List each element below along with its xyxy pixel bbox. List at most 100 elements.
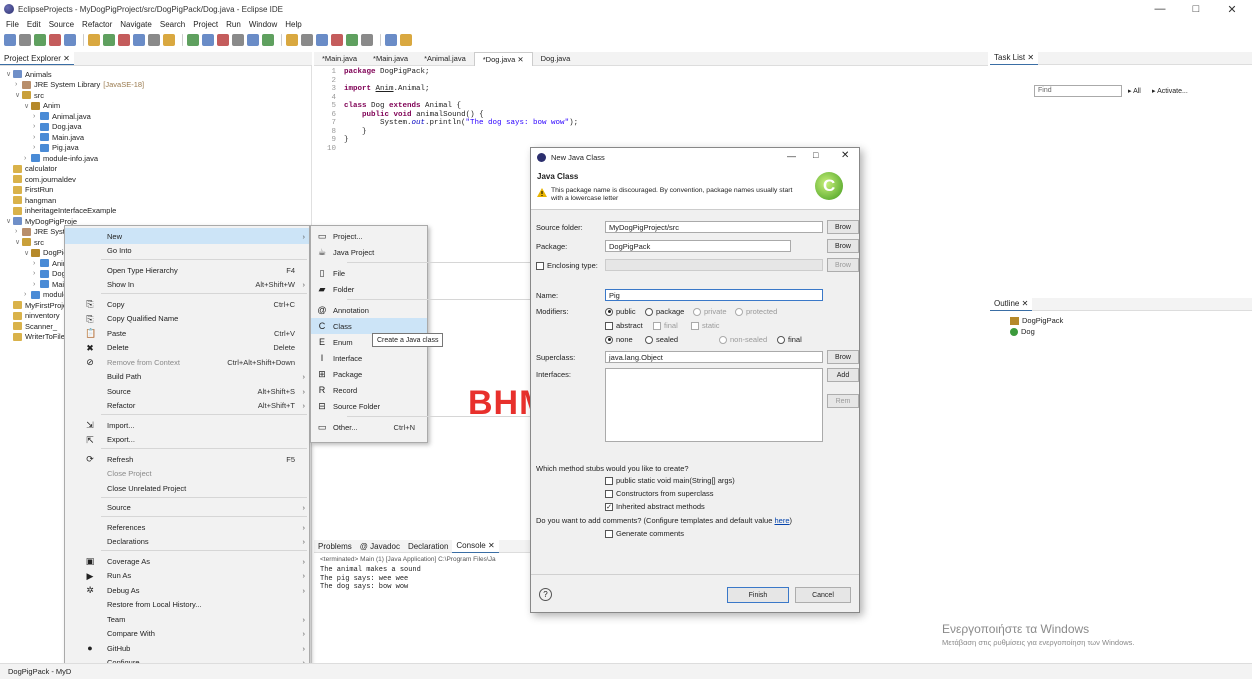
toolbar-tool-icon[interactable] <box>4 34 16 46</box>
menu-item-annotation[interactable]: @ Annotation <box>311 302 427 318</box>
menu-project[interactable]: Project <box>193 20 218 29</box>
menu-search[interactable]: Search <box>160 20 185 29</box>
menu-item-package[interactable]: ⊞ Package <box>311 366 427 382</box>
task-all-link[interactable]: ▸ All <box>1128 87 1141 95</box>
tree-item[interactable]: calculator <box>6 164 57 174</box>
tree-expand-icon[interactable]: › <box>33 144 40 151</box>
menu-item-refactor[interactable]: Refactor Alt+Shift+T › <box>65 398 309 414</box>
tree-expand-icon[interactable]: ∨ <box>15 91 22 99</box>
editor-tab[interactable]: *Animal.java <box>416 52 474 66</box>
menu-item-other[interactable]: ▭ Other... Ctrl+N <box>311 419 427 435</box>
package-browse-button[interactable]: Brow <box>827 239 859 253</box>
tree-expand-icon[interactable]: › <box>33 113 40 120</box>
toolbar-tool-icon[interactable] <box>103 34 115 46</box>
tree-expand-icon[interactable]: ∨ <box>6 70 13 78</box>
tree-item[interactable]: hangman <box>6 195 56 205</box>
toolbar-tool-icon[interactable] <box>133 34 145 46</box>
tree-item[interactable]: MyFirstProject <box>6 300 73 310</box>
tree-item[interactable]: Scanner_ <box>6 321 57 331</box>
tree-expand-icon[interactable]: › <box>24 155 31 162</box>
menu-item-java-project[interactable]: ☕ Java Project <box>311 244 427 260</box>
generate-comments-checkbox[interactable]: Generate comments <box>605 529 684 538</box>
modifier-sealed-radio[interactable]: sealed <box>645 335 678 344</box>
toolbar-tool-icon[interactable] <box>163 34 175 46</box>
toolbar-tool-icon[interactable] <box>34 34 46 46</box>
modifier-none-radio[interactable]: none <box>605 335 633 344</box>
minimize-button[interactable]: — <box>1142 0 1178 18</box>
editor-tab[interactable]: *Main.java <box>314 52 365 66</box>
tree-item[interactable]: › Pig.java <box>33 143 79 153</box>
menu-item-record[interactable]: R Record <box>311 382 427 398</box>
tree-item[interactable]: FirstRun <box>6 185 53 195</box>
tree-item[interactable]: ∨ Anim <box>24 101 60 111</box>
tree-item[interactable]: › Main.java <box>33 132 84 142</box>
modifier-public-radio[interactable]: public <box>605 307 636 316</box>
menu-item-close-unrelated-project[interactable]: Close Unrelated Project <box>65 480 309 496</box>
dialog-maximize-button[interactable]: □ <box>813 150 818 160</box>
tree-item[interactable]: ∨ src <box>15 90 44 100</box>
editor-tab[interactable]: Dog.java <box>533 52 579 66</box>
tree-expand-icon[interactable]: › <box>33 134 40 141</box>
superclass-input[interactable]: java.lang.Object <box>605 351 823 363</box>
configure-templates-link[interactable]: here <box>774 516 789 525</box>
task-activate-link[interactable]: ▸ Activate... <box>1152 87 1188 95</box>
tree-expand-icon[interactable]: › <box>33 270 40 277</box>
tree-expand-icon[interactable]: › <box>33 281 40 288</box>
toolbar-tool-icon[interactable] <box>148 34 160 46</box>
outline-item-class[interactable]: Dog <box>1010 327 1035 336</box>
code-area[interactable]: 1 package DogPigPack; 2 3 import Anim.Animal… <box>314 68 988 158</box>
menu-item-project[interactable]: ▭ Project... <box>311 228 427 244</box>
toolbar-tool-icon[interactable] <box>187 34 199 46</box>
close-button[interactable]: ✕ <box>1214 0 1250 18</box>
menu-item-file[interactable]: ▯ File <box>311 265 427 281</box>
tree-expand-icon[interactable]: › <box>15 81 22 88</box>
tree-item[interactable]: › JRE System Library [JavaSE-18] <box>15 80 144 90</box>
toolbar-tool-icon[interactable] <box>286 34 298 46</box>
editor-tab[interactable]: *Dog.java ✕ <box>473 51 533 66</box>
editor-tab[interactable]: *Main.java <box>365 52 416 66</box>
toolbar-tool-icon[interactable] <box>49 34 61 46</box>
tree-expand-icon[interactable]: ∨ <box>24 102 31 110</box>
stub-inherited-checkbox[interactable]: ✓ Inherited abstract methods <box>605 502 705 511</box>
interfaces-add-button[interactable]: Add <box>827 368 859 382</box>
menu-item-source[interactable]: Source › <box>65 500 309 516</box>
package-input[interactable]: DogPigPack <box>605 240 791 252</box>
dialog-minimize-button[interactable]: — <box>787 151 796 161</box>
tree-item[interactable]: ∨ Animals <box>6 69 52 79</box>
toolbar-tool-icon[interactable] <box>217 34 229 46</box>
menu-item-go-into[interactable]: Go Into <box>65 243 309 259</box>
source-folder-input[interactable]: MyDogPigProject/src <box>605 221 823 233</box>
menu-item-show-in[interactable]: Show In Alt+Shift+W › <box>65 277 309 293</box>
toolbar-tool-icon[interactable] <box>64 34 76 46</box>
finish-button[interactable]: Finish <box>727 587 789 603</box>
tree-item[interactable]: ∨ src <box>15 237 44 247</box>
menu-edit[interactable]: Edit <box>27 20 41 29</box>
toolbar-tool-icon[interactable] <box>247 34 259 46</box>
toolbar-tool-icon[interactable] <box>232 34 244 46</box>
tree-item[interactable]: › Animal.java <box>33 111 91 121</box>
tree-expand-icon[interactable]: ∨ <box>24 249 31 257</box>
menu-run[interactable]: Run <box>226 20 241 29</box>
tab-task-list[interactable]: Task List ✕ <box>990 51 1039 65</box>
modifier-abstract-checkbox[interactable]: abstract <box>605 321 643 330</box>
menu-window[interactable]: Window <box>249 20 277 29</box>
tab-outline[interactable]: Outline ✕ <box>990 297 1033 311</box>
source-folder-browse-button[interactable]: Brow <box>827 220 859 234</box>
tree-expand-icon[interactable]: › <box>33 260 40 267</box>
toolbar-tool-icon[interactable] <box>316 34 328 46</box>
help-icon[interactable]: ? <box>539 588 552 601</box>
stub-constructors-checkbox[interactable]: Constructors from superclass <box>605 489 714 498</box>
tree-item[interactable]: › Dog.java <box>33 122 82 132</box>
cancel-button[interactable]: Cancel <box>795 587 851 603</box>
tree-expand-icon[interactable]: › <box>24 291 31 298</box>
menu-item-class[interactable]: C Class <box>311 318 427 334</box>
menu-help[interactable]: Help <box>285 20 301 29</box>
modifier-package-radio[interactable]: package <box>645 307 684 316</box>
toolbar-tool-icon[interactable] <box>346 34 358 46</box>
menu-source[interactable]: Source <box>49 20 74 29</box>
console-tab[interactable]: @ Javadoc <box>356 540 404 553</box>
enclosing-type-checkbox[interactable]: Enclosing type: <box>536 261 598 270</box>
name-input[interactable]: Pig <box>605 289 823 301</box>
tree-expand-icon[interactable]: › <box>15 228 22 235</box>
tree-item[interactable]: ninventory <box>6 311 60 321</box>
